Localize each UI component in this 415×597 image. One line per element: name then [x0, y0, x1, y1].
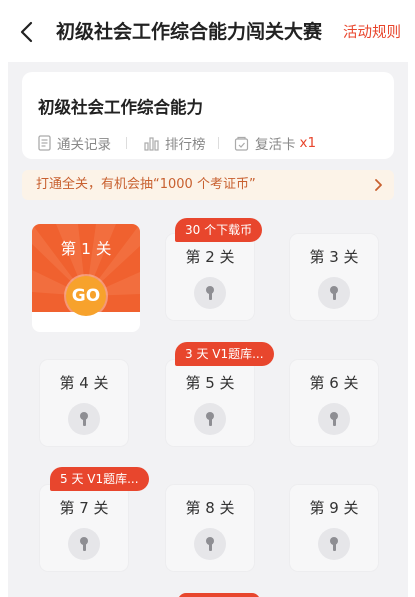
lock-icon	[318, 403, 350, 435]
lock-icon	[68, 528, 100, 560]
level-6-card[interactable]: 第 6 关	[290, 360, 378, 446]
promo-text: 打通全关，有机会抽“1000 个考证币”	[36, 177, 256, 192]
lock-icon	[194, 277, 226, 309]
level-1-label: 第 1 关	[60, 240, 112, 258]
level-5-label: 第 5 关	[185, 374, 235, 392]
reward-badge: 30 个下载币	[175, 218, 263, 242]
course-card: 初级社会工作综合能力 通关记录 排行榜 复活卡 x1	[22, 72, 394, 159]
chevron-right-icon	[375, 179, 382, 191]
back-arrow-icon[interactable]	[16, 20, 40, 44]
level-4-label: 第 4 关	[59, 374, 109, 392]
lock-icon	[318, 277, 350, 309]
reward-badge-partial	[178, 593, 260, 597]
level-8-label: 第 8 关	[185, 499, 235, 517]
revive-card-icon	[234, 136, 249, 151]
lock-icon	[68, 403, 100, 435]
level-6-label: 第 6 关	[309, 374, 359, 392]
revive-card-label: 复活卡	[255, 137, 296, 153]
level-2-card[interactable]: 第 2 关	[166, 234, 254, 320]
go-button[interactable]: GO	[66, 276, 106, 316]
pass-records-label: 通关记录	[57, 137, 111, 153]
course-title: 初级社会工作综合能力	[38, 98, 203, 117]
stat-divider	[218, 137, 219, 149]
leaderboard-button[interactable]: 排行榜	[144, 133, 206, 153]
page-title: 初级社会工作综合能力闯关大赛	[56, 21, 323, 43]
level-3-label: 第 3 关	[309, 248, 359, 266]
document-icon	[38, 135, 51, 151]
promo-banner[interactable]: 打通全关，有机会抽“1000 个考证币”	[22, 170, 394, 200]
top-bar: 初级社会工作综合能力闯关大赛 活动规则	[0, 0, 415, 62]
revive-card-count: x1	[299, 135, 317, 151]
level-9-card[interactable]: 第 9 关	[290, 485, 378, 571]
stat-divider	[126, 137, 127, 149]
reward-badge: 5 天 V1题库...	[50, 467, 149, 491]
revive-card-button[interactable]: 复活卡 x1	[234, 133, 316, 153]
activity-rules-link[interactable]: 活动规则	[343, 22, 401, 44]
level-1-card[interactable]: 第 1 关 GO	[32, 224, 140, 332]
pass-records-button[interactable]: 通关记录	[38, 133, 111, 153]
level-9-label: 第 9 关	[309, 499, 359, 517]
leaderboard-label: 排行榜	[165, 137, 206, 153]
level-3-card[interactable]: 第 3 关	[290, 234, 378, 320]
bar-chart-icon	[144, 136, 159, 151]
lock-icon	[194, 403, 226, 435]
level-5-card[interactable]: 第 5 关	[166, 360, 254, 446]
level-7-card[interactable]: 第 7 关	[40, 485, 128, 571]
level-2-label: 第 2 关	[185, 248, 235, 266]
main-content: 初级社会工作综合能力 通关记录 排行榜 复活卡 x1 打通全关，有机会抽“100…	[8, 62, 408, 597]
level-4-card[interactable]: 第 4 关	[40, 360, 128, 446]
lock-icon	[318, 528, 350, 560]
reward-badge: 3 天 V1题库...	[175, 342, 274, 366]
level-7-label: 第 7 关	[59, 499, 109, 517]
level-8-card[interactable]: 第 8 关	[166, 485, 254, 571]
lock-icon	[194, 528, 226, 560]
